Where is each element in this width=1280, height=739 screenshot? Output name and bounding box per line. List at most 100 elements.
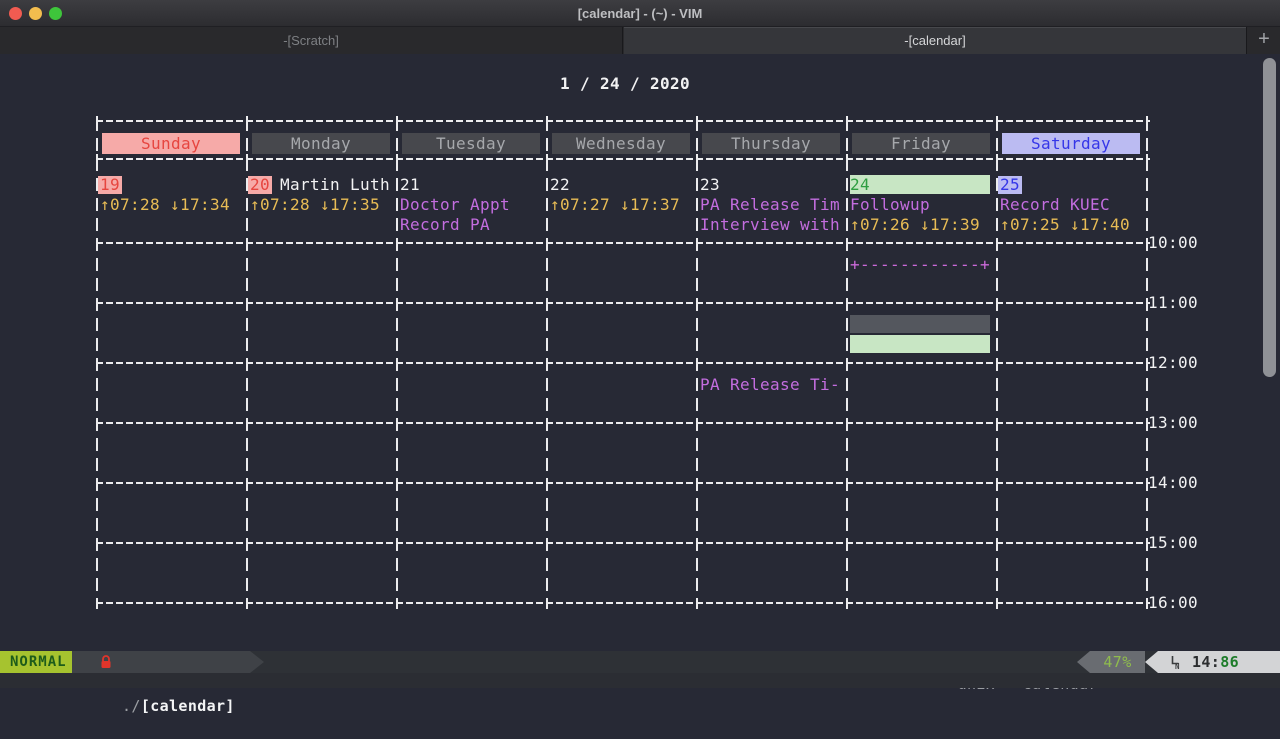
grid-intersection-tick: [696, 358, 698, 369]
sunrise-sunset-times: ↑07:28 ↓17:34: [100, 196, 230, 214]
day-header-sunday: Sunday: [102, 133, 240, 154]
grid-intersection-tick: [696, 418, 698, 429]
grid-horizontal-line: [96, 158, 1150, 160]
date-annotation: Martin Luth: [270, 175, 390, 194]
grid-intersection-tick: [996, 154, 998, 165]
grid-horizontal-line: [96, 482, 1150, 484]
cursor-position: 14:86: [1192, 651, 1239, 673]
position-segment-separator: [1145, 651, 1158, 673]
grid-intersection-tick: [996, 358, 998, 369]
date-cell-19[interactable]: 19: [100, 176, 120, 194]
day-header-friday: Friday: [852, 133, 990, 154]
day-header-tuesday: Tuesday: [402, 133, 540, 154]
grid-intersection-tick: [846, 116, 848, 127]
day-header-thursday: Thursday: [702, 133, 840, 154]
today-highlight: [850, 175, 990, 194]
grid-intersection-tick: [96, 116, 98, 127]
grid-horizontal-line: [96, 422, 1150, 424]
grid-intersection-tick: [696, 298, 698, 309]
date-cell-21[interactable]: 21: [400, 176, 420, 194]
grid-intersection-tick: [846, 154, 848, 165]
grid-intersection-tick: [246, 238, 248, 249]
sunrise-sunset-times: ↑07:27 ↓17:37: [550, 196, 680, 214]
grid-horizontal-line: [96, 120, 1150, 122]
time-label: 14:00: [1148, 474, 1198, 492]
file-segment: ./[calendar]: [72, 651, 250, 673]
grid-intersection-tick: [96, 238, 98, 249]
grid-intersection-tick: [696, 538, 698, 549]
grid-intersection-tick: [396, 538, 398, 549]
tab-scratch[interactable]: -[Scratch]: [0, 27, 623, 54]
event-label: Followup: [850, 196, 930, 214]
window-titlebar: [calendar] - (~) - VIM: [0, 0, 1280, 27]
grid-intersection-tick: [846, 478, 848, 489]
date-number[interactable]: 22: [550, 175, 570, 194]
grid-intersection-tick: [246, 418, 248, 429]
day-header-wednesday: Wednesday: [552, 133, 690, 154]
grid-intersection-tick: [846, 238, 848, 249]
grid-intersection-tick: [696, 116, 698, 127]
date-number[interactable]: 25: [998, 176, 1022, 194]
day-header-saturday: Saturday: [1002, 133, 1140, 154]
grid-intersection-tick: [546, 478, 548, 489]
new-tab-button[interactable]: +: [1248, 27, 1280, 54]
event-label: Interview with: [700, 216, 840, 234]
date-number[interactable]: 19: [98, 176, 122, 194]
grid-intersection-tick: [546, 598, 548, 609]
event-block-bar[interactable]: [850, 335, 990, 353]
time-label: 15:00: [1148, 534, 1198, 552]
grid-intersection-tick: [246, 298, 248, 309]
date-cell-20[interactable]: 20 Martin Luth: [250, 176, 390, 194]
date-cell-22[interactable]: 22: [550, 176, 570, 194]
time-label: 11:00: [1148, 294, 1198, 312]
event-block-bar[interactable]: [850, 315, 990, 333]
grid-intersection-tick: [1146, 154, 1148, 165]
time-label: 10:00: [1148, 234, 1198, 252]
date-cell-23[interactable]: 23: [700, 176, 720, 194]
grid-intersection-tick: [246, 598, 248, 609]
grid-horizontal-line: [96, 602, 1150, 604]
grid-intersection-tick: [846, 358, 848, 369]
grid-intersection-tick: [546, 154, 548, 165]
tab-calendar[interactable]: -[calendar]: [624, 27, 1247, 54]
grid-horizontal-line: [96, 302, 1150, 304]
newline-symbol-icon: N: [1170, 655, 1182, 670]
grid-horizontal-line: [96, 242, 1150, 244]
grid-intersection-tick: [96, 478, 98, 489]
event-label: PA Release Tim: [700, 196, 840, 214]
event-label: Record PA: [400, 216, 490, 234]
grid-intersection-tick: [246, 478, 248, 489]
file-segment-separator: [250, 651, 264, 673]
date-cell-25[interactable]: 25: [1000, 176, 1020, 194]
date-number[interactable]: 20: [248, 176, 272, 194]
grid-intersection-tick: [396, 116, 398, 127]
grid-intersection-tick: [96, 598, 98, 609]
grid-intersection-tick: [846, 298, 848, 309]
date-number[interactable]: 24: [850, 175, 870, 194]
grid-intersection-tick: [846, 418, 848, 429]
sunrise-sunset-times: ↑07:28 ↓17:35: [250, 196, 380, 214]
grid-intersection-tick: [246, 538, 248, 549]
grid-intersection-tick: [546, 538, 548, 549]
grid-intersection-tick: [996, 478, 998, 489]
grid-intersection-tick: [846, 598, 848, 609]
grid-intersection-tick: [96, 298, 98, 309]
grid-intersection-tick: [996, 298, 998, 309]
date-cell-24[interactable]: 24: [850, 176, 870, 194]
grid-intersection-tick: [396, 154, 398, 165]
grid-intersection-tick: [246, 154, 248, 165]
time-label: 13:00: [1148, 414, 1198, 432]
date-number[interactable]: 21: [400, 175, 420, 194]
command-line: [0, 673, 1280, 688]
lock-icon: [100, 655, 112, 669]
day-header-monday: Monday: [252, 133, 390, 154]
event-label: PA Release Ti-: [700, 376, 840, 394]
sunrise-sunset-times: ↑07:26 ↓17:39: [850, 216, 980, 234]
grid-intersection-tick: [96, 154, 98, 165]
grid-intersection-tick: [396, 598, 398, 609]
grid-horizontal-line: [96, 362, 1150, 364]
scrollbar-thumb[interactable]: [1263, 58, 1276, 377]
date-number[interactable]: 23: [700, 175, 720, 194]
grid-intersection-tick: [396, 238, 398, 249]
time-label: 12:00: [1148, 354, 1198, 372]
